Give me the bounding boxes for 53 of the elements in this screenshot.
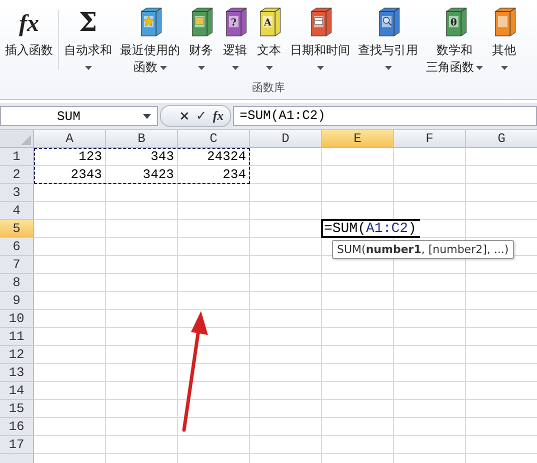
column-header[interactable]: E bbox=[322, 130, 394, 148]
row-header[interactable]: 2 bbox=[0, 166, 34, 184]
ribbon-button[interactable]: ? 逻辑 bbox=[219, 0, 251, 78]
ribbon-button[interactable]: 日期和时间 bbox=[287, 0, 353, 78]
function-tooltip: SUM(number1, [number2], ...) bbox=[332, 240, 514, 259]
row-header[interactable]: 14 bbox=[0, 382, 34, 400]
column-header[interactable]: A bbox=[34, 130, 106, 148]
cell-value: 234 bbox=[222, 167, 246, 182]
row-header[interactable]: 3 bbox=[0, 184, 34, 202]
cell-editor[interactable]: =SUM(A1:C2) bbox=[321, 219, 420, 238]
ribbon-button[interactable]: fx 插入函数 bbox=[2, 0, 56, 61]
row-header[interactable]: 4 bbox=[0, 202, 34, 220]
ribbon-button[interactable]: 查找与引用 bbox=[355, 0, 421, 78]
name-box[interactable]: SUM bbox=[0, 106, 158, 126]
ribbon-button[interactable]: 其他 bbox=[488, 0, 520, 78]
row-header[interactable]: 10 bbox=[0, 310, 34, 328]
ribbon-button[interactable]: 最近使用的 函数 bbox=[117, 0, 183, 78]
select-all-corner[interactable] bbox=[0, 130, 34, 148]
cell-value: 24324 bbox=[206, 149, 246, 164]
row-header[interactable]: 17 bbox=[0, 436, 34, 454]
row-header[interactable]: 8 bbox=[0, 274, 34, 292]
row-header[interactable]: 15 bbox=[0, 400, 34, 418]
function-icon: fx bbox=[14, 6, 44, 38]
row-header[interactable]: 1 bbox=[0, 148, 34, 166]
ribbon-button[interactable]: 财务 bbox=[185, 0, 217, 78]
ribbon-button[interactable]: A 文本 bbox=[253, 0, 285, 78]
column-header[interactable]: C bbox=[178, 130, 250, 148]
row-header[interactable]: 16 bbox=[0, 418, 34, 436]
row-header[interactable]: 12 bbox=[0, 346, 34, 364]
row-header[interactable]: 7 bbox=[0, 256, 34, 274]
column-header[interactable]: F bbox=[394, 130, 466, 148]
ribbon-button[interactable]: θ 数学和 三角函数 bbox=[423, 0, 486, 78]
row-header[interactable]: 5 bbox=[0, 220, 34, 238]
ribbon-button[interactable]: Σ 自动求和 bbox=[61, 0, 115, 78]
cell-value: 123 bbox=[78, 149, 102, 164]
sum-icon: Σ bbox=[73, 6, 103, 38]
formula-button[interactable]: × bbox=[179, 108, 190, 124]
row-header[interactable]: 9 bbox=[0, 292, 34, 310]
row-header[interactable]: 11 bbox=[0, 328, 34, 346]
corner-triangle-icon bbox=[21, 135, 31, 145]
row-header[interactable]: 13 bbox=[0, 364, 34, 382]
column-header[interactable]: B bbox=[106, 130, 178, 148]
cell-value: 343 bbox=[150, 149, 174, 164]
row-header[interactable]: 6 bbox=[0, 238, 34, 256]
formula-button[interactable]: ✓ bbox=[196, 108, 207, 124]
group-label: 函数库 bbox=[251, 80, 286, 95]
caret-icon bbox=[143, 114, 151, 118]
column-header[interactable]: G bbox=[466, 130, 537, 148]
cell-value: 3423 bbox=[142, 167, 174, 182]
column-header[interactable]: D bbox=[250, 130, 322, 148]
formula-button[interactable]: fx bbox=[212, 108, 224, 124]
formula-input[interactable]: =SUM(A1:C2) bbox=[232, 106, 537, 126]
cell-value: 2343 bbox=[70, 167, 102, 182]
